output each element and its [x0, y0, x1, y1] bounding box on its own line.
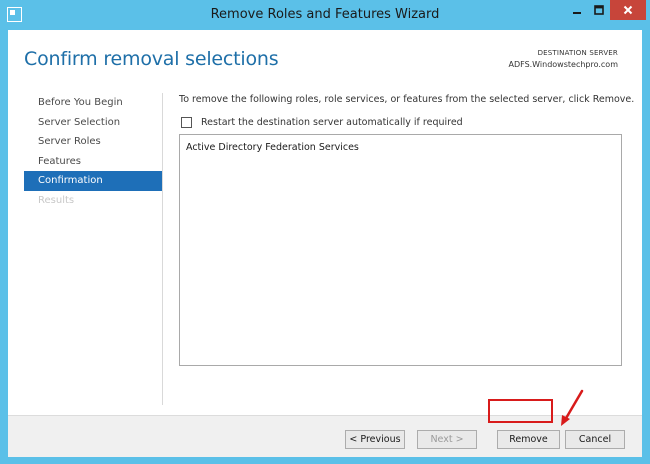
maximize-icon [594, 5, 604, 15]
nav-item-before-you-begin[interactable]: Before You Begin [24, 93, 162, 113]
previous-button[interactable]: < Previous [345, 430, 405, 449]
minimize-icon [573, 12, 581, 14]
restart-checkbox[interactable] [181, 117, 192, 128]
nav-item-confirmation[interactable]: Confirmation [24, 171, 162, 191]
page-title: Confirm removal selections [24, 48, 279, 70]
selection-list[interactable]: Active Directory Federation Services [179, 134, 622, 366]
instruction-text: To remove the following roles, role serv… [179, 94, 635, 105]
nav-item-server-selection[interactable]: Server Selection [24, 113, 162, 133]
arrow-icon [561, 389, 584, 426]
cancel-button[interactable]: Cancel [565, 430, 625, 449]
wizard-nav: Before You Begin Server Selection Server… [24, 93, 162, 210]
close-icon [623, 5, 633, 15]
close-button[interactable] [610, 0, 646, 20]
title-bar[interactable]: Remove Roles and Features Wizard [0, 0, 650, 30]
window-title: Remove Roles and Features Wizard [210, 7, 440, 22]
maximize-button[interactable] [588, 0, 610, 20]
nav-item-results: Results [38, 194, 75, 206]
destination-server-name: ADFS.Windowstechpro.com [508, 60, 618, 69]
restart-checkbox-label[interactable]: Restart the destination server automatic… [201, 117, 463, 128]
next-button[interactable]: Next > [417, 430, 477, 449]
minimize-button[interactable] [566, 0, 588, 20]
nav-item-server-roles[interactable]: Server Roles [24, 132, 162, 152]
remove-button[interactable]: Remove [497, 430, 560, 449]
list-item: Active Directory Federation Services [186, 142, 359, 153]
nav-item-features[interactable]: Features [24, 152, 162, 172]
wizard-window: Remove Roles and Features Wizard Confirm… [0, 0, 650, 464]
nav-divider [162, 93, 163, 405]
restart-option[interactable]: Restart the destination server automatic… [181, 117, 463, 128]
destination-server-label: DESTINATION SERVER [537, 49, 618, 57]
